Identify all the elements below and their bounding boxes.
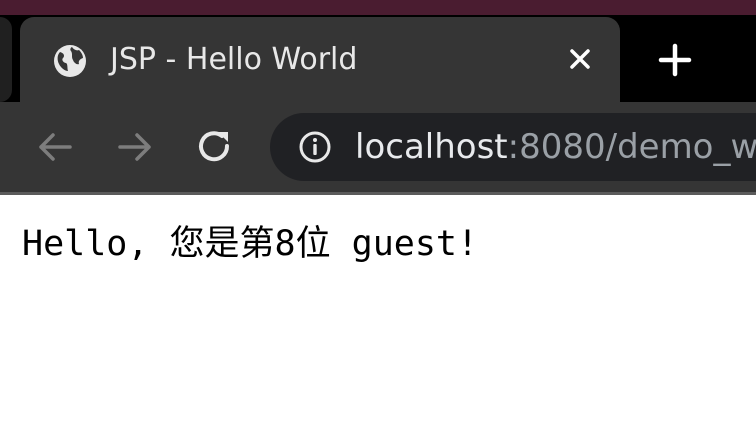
url-host: localhost xyxy=(355,127,508,167)
info-icon[interactable] xyxy=(298,130,332,164)
globe-icon xyxy=(54,45,86,77)
tab-title: JSP - Hello World xyxy=(110,42,358,77)
url-text[interactable]: localhost:8080/demo_wa xyxy=(355,126,756,168)
reload-icon[interactable] xyxy=(194,126,236,168)
plus-icon[interactable] xyxy=(655,40,695,80)
close-icon[interactable] xyxy=(563,42,597,76)
url-path: :8080/demo_wa xyxy=(507,127,756,167)
page-text: Hello, 您是第8位 guest! xyxy=(22,224,479,264)
previous-tab-edge[interactable] xyxy=(0,17,12,102)
window-frame-top xyxy=(0,0,756,15)
arrow-left-icon[interactable] xyxy=(34,126,76,168)
arrow-right-icon[interactable] xyxy=(114,126,156,168)
